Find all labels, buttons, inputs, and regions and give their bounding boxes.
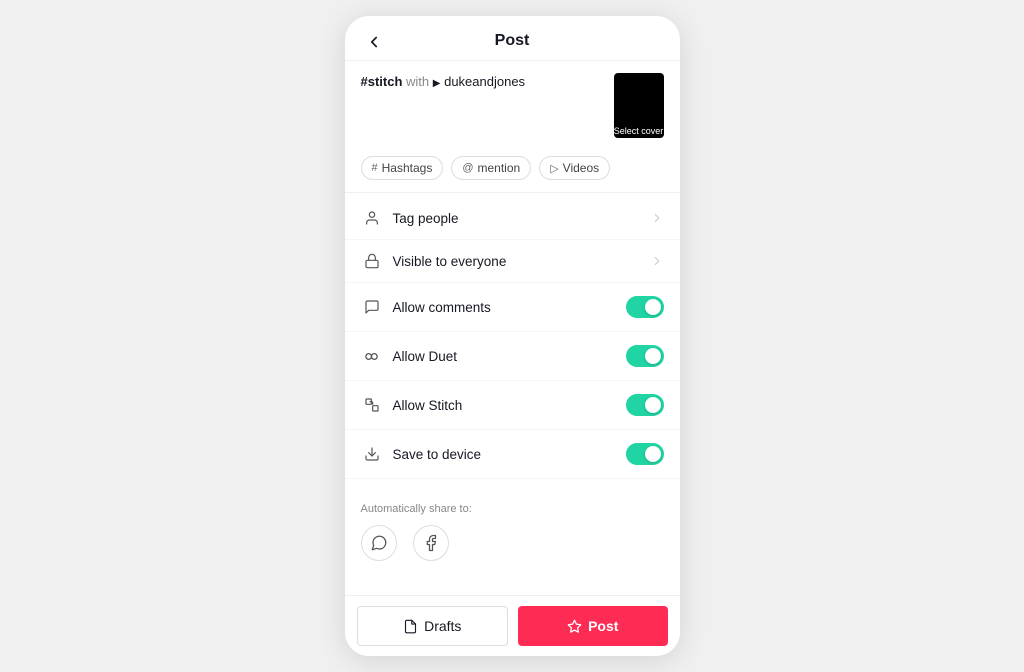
videos-icon: ▷	[550, 162, 558, 175]
tag-pills-row: # Hashtags @ mention ▷ Videos	[345, 150, 680, 192]
tag-people-label: Tag people	[393, 211, 650, 226]
caption-text: #stitch with ▶ dukeandjones	[361, 73, 604, 91]
header: Post	[345, 16, 680, 61]
stitch-icon	[361, 397, 383, 413]
toggle-knob-save	[645, 446, 661, 462]
drafts-label: Drafts	[424, 618, 461, 634]
visible-row[interactable]: Visible to everyone	[345, 240, 680, 283]
pill-hashtags[interactable]: # Hashtags	[361, 156, 444, 180]
auto-share-label: Automatically share to:	[361, 503, 664, 515]
allow-stitch-row[interactable]: Allow Stitch	[345, 381, 680, 430]
phone-frame: Post #stitch with ▶ dukeandjones Select …	[345, 16, 680, 656]
pill-videos-label: Videos	[563, 161, 599, 175]
allow-duet-toggle[interactable]	[626, 345, 664, 367]
allow-stitch-toggle[interactable]	[626, 394, 664, 416]
pill-videos[interactable]: ▷ Videos	[539, 156, 610, 180]
allow-comments-toggle[interactable]	[626, 296, 664, 318]
allow-duet-label: Allow Duet	[393, 349, 626, 364]
tag-people-chevron	[650, 211, 664, 225]
settings-section: Tag people Visible to everyone	[345, 193, 680, 483]
auto-share-section: Automatically share to:	[345, 483, 680, 571]
social-icons-row	[361, 525, 664, 561]
allow-stitch-label: Allow Stitch	[393, 398, 626, 413]
back-button[interactable]	[361, 27, 387, 56]
save-to-device-row[interactable]: Save to device	[345, 430, 680, 479]
allow-comments-label: Allow comments	[393, 300, 626, 315]
content-area: #stitch with ▶ dukeandjones Select cover…	[345, 61, 680, 595]
bottom-bar: Drafts Post	[345, 595, 680, 656]
duet-icon	[361, 348, 383, 365]
caption-row: #stitch with ▶ dukeandjones Select cover	[345, 61, 680, 150]
whatsapp-button[interactable]	[361, 525, 397, 561]
pill-mention-label: mention	[478, 161, 521, 175]
mention-icon: @	[462, 162, 473, 174]
allow-comments-row[interactable]: Allow comments	[345, 283, 680, 332]
comment-icon	[361, 299, 383, 315]
post-label: Post	[588, 618, 618, 634]
allow-duet-row[interactable]: Allow Duet	[345, 332, 680, 381]
pill-mention[interactable]: @ mention	[451, 156, 531, 180]
toggle-knob-stitch	[645, 397, 661, 413]
cover-thumbnail[interactable]: Select cover	[614, 73, 664, 138]
page-title: Post	[495, 32, 530, 50]
hashtag-icon: #	[372, 162, 378, 174]
tag-people-row[interactable]: Tag people	[345, 197, 680, 240]
facebook-button[interactable]	[413, 525, 449, 561]
visible-label: Visible to everyone	[393, 254, 650, 269]
drafts-button[interactable]: Drafts	[357, 606, 509, 646]
person-icon	[361, 210, 383, 226]
visible-chevron	[650, 254, 664, 268]
cover-label: Select cover	[614, 124, 664, 138]
download-icon	[361, 446, 383, 462]
play-icon: ▶	[433, 78, 441, 89]
toggle-knob-duet	[645, 348, 661, 364]
save-to-device-toggle[interactable]	[626, 443, 664, 465]
pill-hashtags-label: Hashtags	[382, 161, 433, 175]
post-button[interactable]: Post	[518, 606, 668, 646]
save-to-device-label: Save to device	[393, 447, 626, 462]
toggle-knob	[645, 299, 661, 315]
caption-with: with	[406, 74, 433, 89]
caption-username: dukeandjones	[444, 74, 525, 89]
caption-hashtag: #stitch	[361, 74, 403, 89]
lock-icon	[361, 253, 383, 269]
